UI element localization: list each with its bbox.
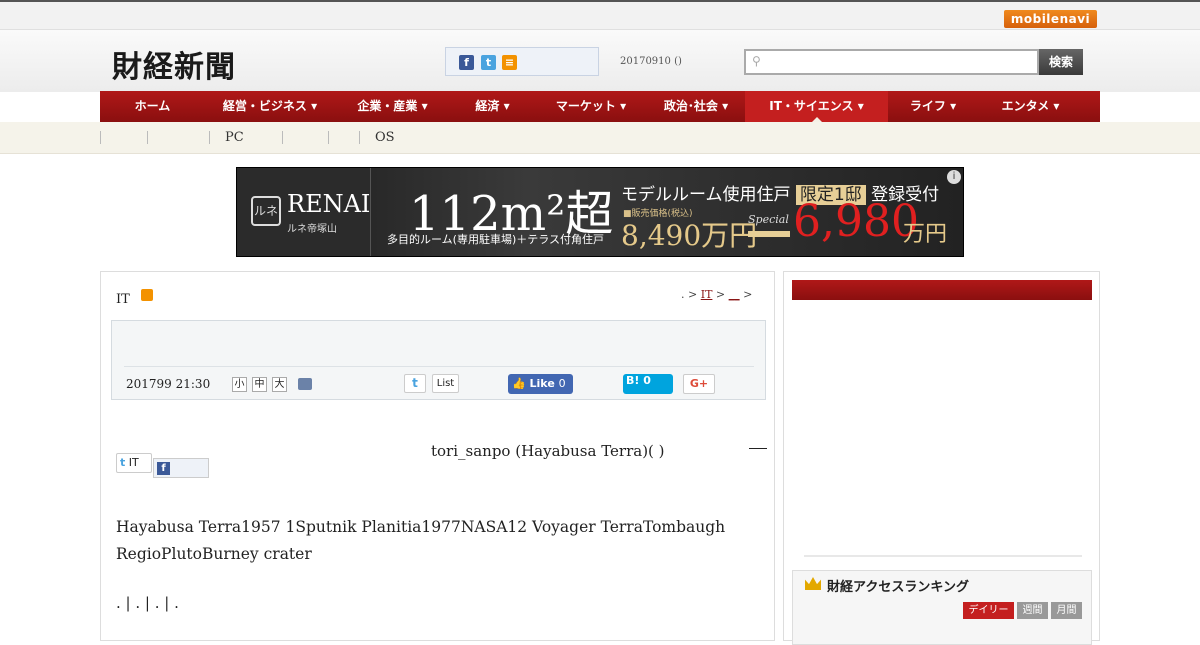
ad-brand-sub: ルネ帝塚山 — [287, 224, 337, 235]
print-icon[interactable] — [298, 378, 312, 390]
subnav-item-os[interactable]: OS — [375, 130, 395, 145]
font-size-medium-button[interactable]: 中 — [252, 377, 267, 392]
tweet-button[interactable]: t — [404, 374, 426, 393]
sidebar-header-bar — [792, 280, 1092, 300]
twitter-icon[interactable]: t — [481, 55, 496, 70]
facebook-like-button[interactable]: 👍 Like 0 — [508, 374, 573, 394]
article-body: Hayabusa Terra1957 1Sputnik Planitia1977… — [116, 518, 726, 563]
nav-item-market[interactable]: マーケット ▾ — [535, 91, 647, 122]
search-input[interactable]: ⚲ — [744, 49, 1039, 75]
like-count: 0 — [558, 377, 566, 390]
main-nav: ホーム 経営・ビジネス ▾ 企業・産業 ▾ 経済 ▾ マーケット ▾ 政治･社会… — [100, 91, 1100, 122]
site-header: 財経新聞 f t ≡ 20170910 () ⚲ 検索 — [0, 30, 1200, 92]
sub-nav: PC OS — [0, 122, 1200, 154]
subnav-divider — [100, 131, 101, 144]
breadcrumb-current[interactable]: __ — [729, 288, 740, 301]
breadcrumb-separator: > — [715, 288, 726, 301]
caption-link[interactable] — [749, 448, 767, 449]
subnav-divider — [359, 131, 360, 144]
nav-item-politics[interactable]: 政治･社会 ▾ — [647, 91, 745, 122]
image-caption: tori_sanpo (Hayabusa Terra)( ) — [431, 442, 665, 460]
facebook-icon[interactable]: f — [459, 55, 474, 70]
current-date: 20170910 () — [620, 56, 682, 67]
share-twitter-label: IT — [128, 456, 139, 469]
breadcrumb-home[interactable]: . > — [681, 288, 697, 301]
top-bar: mobilenavi — [0, 0, 1200, 30]
ranking-title: 財経アクセスランキング — [827, 580, 969, 595]
nav-item-home[interactable]: ホーム — [100, 91, 205, 122]
share-facebook-button[interactable]: f — [153, 458, 209, 478]
nav-item-business[interactable]: 経営・ビジネス ▾ — [205, 91, 335, 122]
subnav-divider — [209, 131, 210, 144]
ranking-box: 財経アクセスランキング デイリー 週間 月間 — [792, 570, 1092, 645]
subnav-divider — [282, 131, 283, 144]
ad-logo-mark: ルネ — [251, 196, 281, 226]
article-body-tail: . | . | . | . — [116, 594, 179, 612]
breadcrumb-it[interactable]: IT — [701, 288, 713, 301]
ad-headline-sub: 多目的ルーム(専用駐車場)＋テラス付角住戸 — [387, 233, 605, 246]
nav-item-it-science[interactable]: IT・サイエンス ▾ — [745, 91, 888, 122]
banner-ad[interactable]: ルネ RENAI ルネ帝塚山 112m²超 多目的ルーム(専用駐車場)＋テラス付… — [236, 167, 964, 257]
twitter-icon: t — [120, 456, 126, 469]
subnav-item-pc[interactable]: PC — [225, 130, 244, 145]
ranking-tab-weekly[interactable]: 週間 — [1017, 602, 1048, 619]
ranking-tab-monthly[interactable]: 月間 — [1051, 602, 1082, 619]
subnav-divider — [147, 131, 148, 144]
nav-item-industry[interactable]: 企業・産業 ▾ — [335, 91, 450, 122]
font-size-large-button[interactable]: 大 — [272, 377, 287, 392]
ad-old-price: 8,490万円 — [621, 219, 758, 252]
article-panel: IT . > IT > __ > 201799 21:30 小 中 大 t Li… — [100, 271, 775, 641]
ad-new-price: 6,980 — [793, 196, 919, 247]
ad-info-icon[interactable]: i — [947, 170, 961, 184]
publish-date: 201799 21:30 — [126, 377, 211, 391]
sidebar-divider — [804, 555, 1082, 557]
site-logo[interactable]: 財経新聞 — [112, 42, 236, 86]
category-rss-icon[interactable] — [141, 289, 153, 301]
sidebar: 財経アクセスランキング デイリー 週間 月間 — [783, 271, 1100, 645]
search-button[interactable]: 検索 — [1039, 49, 1083, 75]
breadcrumb-end: > — [743, 288, 753, 301]
nav-item-entertainment[interactable]: エンタメ ▾ — [978, 91, 1083, 122]
list-button[interactable]: List — [432, 374, 459, 393]
article-category[interactable]: IT — [116, 292, 130, 307]
ad-special: Special — [748, 213, 789, 226]
like-label: Like — [529, 377, 555, 390]
article-header-box: 201799 21:30 小 中 大 t List 👍 Like 0 B! 0 … — [111, 320, 766, 400]
breadcrumb: . > IT > __ > — [681, 288, 752, 301]
header-divider — [124, 366, 754, 367]
font-size-small-button[interactable]: 小 — [232, 377, 247, 392]
search-icon: ⚲ — [752, 54, 761, 68]
mobile-navi-link[interactable]: mobilenavi — [1004, 10, 1097, 28]
ad-arrow — [748, 231, 790, 237]
share-twitter-button[interactable]: t IT — [116, 453, 152, 473]
social-links: f t ≡ — [445, 47, 599, 76]
rss-icon[interactable]: ≡ — [502, 55, 517, 70]
google-plus-button[interactable]: G+ — [683, 374, 715, 394]
subnav-divider — [328, 131, 329, 144]
ranking-tab-daily[interactable]: デイリー — [963, 602, 1014, 619]
hatena-bookmark-button[interactable]: B! 0 — [623, 374, 673, 394]
nav-item-economy[interactable]: 経済 ▾ — [450, 91, 535, 122]
crown-icon — [805, 577, 821, 590]
ad-logo-box: ルネ RENAI ルネ帝塚山 — [237, 168, 371, 256]
nav-item-life[interactable]: ライフ ▾ — [888, 91, 978, 122]
ad-offer-text: モデルルーム使用住戸 — [621, 185, 791, 205]
ad-unit: 万円 — [903, 222, 948, 247]
facebook-icon: f — [157, 462, 170, 475]
ad-brand: RENAI — [287, 190, 371, 218]
